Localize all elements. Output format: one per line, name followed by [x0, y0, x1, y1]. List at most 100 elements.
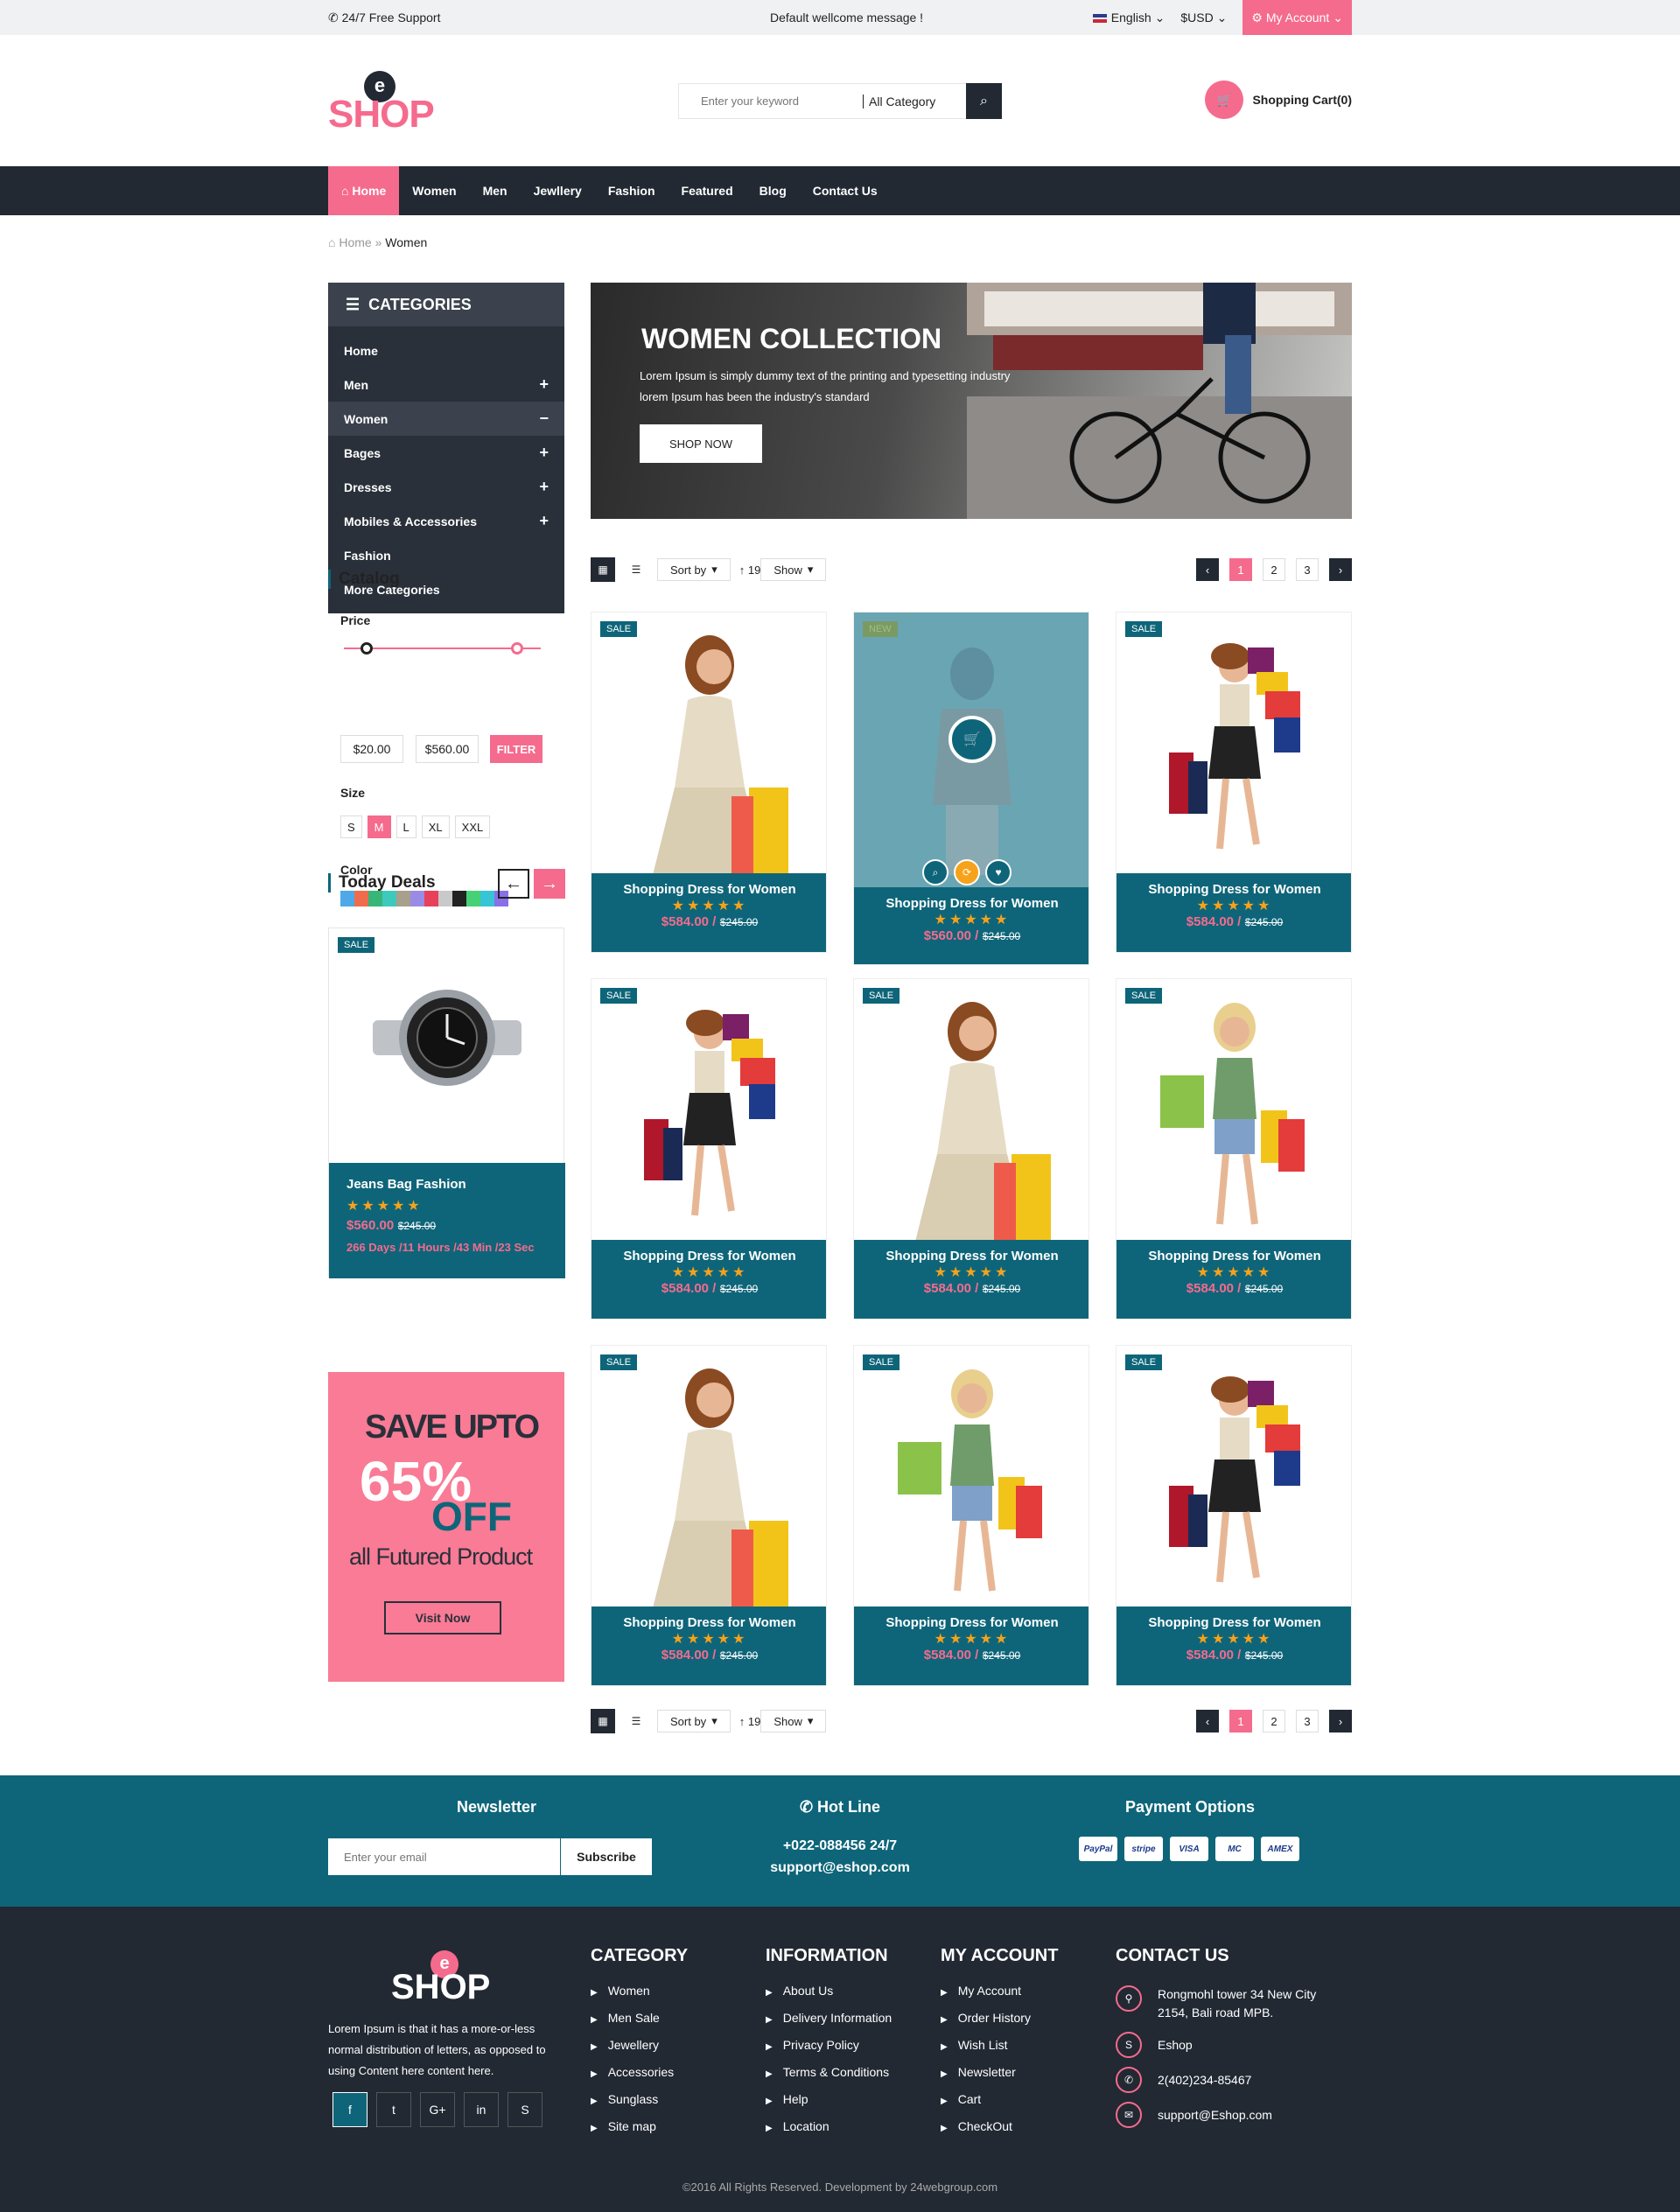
footer-link[interactable]: ▶ Accessories — [591, 2060, 674, 2087]
product-title[interactable]: Shopping Dress for Women — [592, 882, 826, 897]
price-slider-max-handle[interactable] — [511, 642, 523, 654]
product-title[interactable]: Shopping Dress for Women — [1116, 1249, 1351, 1264]
filter-button[interactable]: FILTER — [490, 735, 542, 763]
size-option-m[interactable]: M — [367, 816, 391, 838]
category-item[interactable]: Dresses + — [328, 470, 564, 504]
prev-page-button[interactable]: ‹ — [1196, 558, 1219, 581]
product-title[interactable]: Shopping Dress for Women — [854, 1615, 1088, 1630]
compare-button[interactable]: ⟳ — [954, 859, 980, 886]
logo-shop[interactable]: SHOP — [328, 93, 435, 136]
product-card[interactable]: SALE Shopping Dress for Women ★★★★★ $584.00… — [1116, 612, 1352, 953]
show-select[interactable]: Show ▾ — [760, 558, 827, 581]
add-to-cart-button[interactable]: 🛒 — [948, 716, 996, 763]
product-title[interactable]: Shopping Dress for Women — [592, 1249, 826, 1264]
footer-link[interactable]: ▶ Location — [766, 2114, 892, 2141]
product-title[interactable]: Shopping Dress for Women — [1116, 1615, 1351, 1630]
nav-blog[interactable]: Blog — [746, 166, 800, 215]
currency-selector[interactable]: $USD ⌄ — [1180, 10, 1227, 25]
wishlist-button[interactable]: ♥ — [985, 859, 1012, 886]
color-swatch[interactable] — [354, 891, 368, 906]
search-button[interactable]: ⌕ — [966, 83, 1002, 119]
page-2[interactable]: 2 — [1263, 1710, 1285, 1732]
grid-view-button[interactable]: ▦ — [591, 557, 615, 582]
page-2[interactable]: 2 — [1263, 558, 1285, 581]
search-category-select[interactable]: All Category — [863, 94, 943, 108]
footer-link[interactable]: ▶ Jewellery — [591, 2033, 674, 2060]
quick-view-button[interactable]: ⌕ — [922, 859, 948, 886]
product-title[interactable]: Shopping Dress for Women — [854, 896, 1088, 911]
next-page-button[interactable]: › — [1329, 558, 1352, 581]
list-view-button[interactable]: ☰ — [624, 1709, 648, 1733]
product-card[interactable]: SALE Shopping Dress for Women ★★★★★ $584.00… — [591, 612, 827, 953]
breadcrumb-home[interactable]: Home — [339, 235, 371, 249]
footer-link[interactable]: ▶ My Account — [941, 1978, 1031, 2006]
language-selector[interactable]: English ⌄ — [1092, 10, 1165, 25]
footer-link[interactable]: ▶ Order History — [941, 2006, 1031, 2033]
category-item[interactable]: Mobiles & Accessories + — [328, 504, 564, 538]
color-swatch[interactable] — [368, 891, 382, 906]
price-slider-min-handle[interactable] — [360, 642, 373, 654]
facebook-icon[interactable]: f — [332, 2092, 368, 2127]
grid-view-button[interactable]: ▦ — [591, 1709, 615, 1733]
subscribe-button[interactable]: Subscribe — [560, 1838, 652, 1875]
page-1[interactable]: 1 — [1229, 1710, 1252, 1732]
linkedin-icon[interactable]: in — [464, 2092, 499, 2127]
deals-next-arrow[interactable]: → — [534, 869, 565, 899]
prev-page-button[interactable]: ‹ — [1196, 1710, 1219, 1732]
sort-by-select[interactable]: Sort by ▾ — [657, 558, 731, 581]
deal-card[interactable]: SALE Jeans Bag Fashion ★★★★★ $560.00 $24… — [328, 928, 565, 1278]
footer-link[interactable]: ▶ Newsletter — [941, 2060, 1031, 2087]
search-input[interactable] — [679, 84, 863, 118]
page-1[interactable]: 1 — [1229, 558, 1252, 581]
color-swatch[interactable] — [480, 891, 494, 906]
footer-logo-shop[interactable]: SHOP — [391, 1968, 490, 2007]
product-card[interactable]: SALE Shopping Dress for Women ★★★★★ $584.00… — [853, 978, 1089, 1320]
deals-prev-arrow[interactable]: ← — [498, 869, 529, 899]
show-select[interactable]: Show ▾ — [760, 1710, 827, 1732]
next-page-button[interactable]: › — [1329, 1710, 1352, 1732]
color-swatch[interactable] — [452, 891, 466, 906]
visit-now-button[interactable]: Visit Now — [384, 1601, 501, 1634]
page-3[interactable]: 3 — [1296, 1710, 1319, 1732]
footer-link[interactable]: ▶ Men Sale — [591, 2006, 674, 2033]
nav-men[interactable]: Men — [470, 166, 521, 215]
sort-by-select[interactable]: Sort by ▾ — [657, 1710, 731, 1732]
color-swatch[interactable] — [382, 891, 396, 906]
footer-link[interactable]: ▶ Help — [766, 2087, 892, 2114]
nav-jewellery[interactable]: Jewllery — [521, 166, 595, 215]
product-card[interactable]: SALE Shopping Dress for Women ★★★★★ $584.00… — [591, 1345, 827, 1686]
color-swatch[interactable] — [424, 891, 438, 906]
product-card[interactable]: SALE Shopping Dress for Women ★★★★★ $584.00… — [1116, 1345, 1352, 1686]
min-price-field[interactable]: $20.00 — [340, 735, 403, 763]
product-card[interactable]: SALE Shopping Dress for Women ★★★★★ $584.00… — [591, 978, 827, 1320]
color-swatch[interactable] — [396, 891, 410, 906]
category-item[interactable]: Bages + — [328, 436, 564, 470]
color-swatch[interactable] — [340, 891, 354, 906]
size-option-xl[interactable]: XL — [421, 816, 450, 838]
color-swatch[interactable] — [466, 891, 480, 906]
color-swatch[interactable] — [410, 891, 424, 906]
nav-home[interactable]: ⌂ Home — [328, 166, 400, 215]
product-card[interactable]: NEW 🛒 ⌕ ⟳ ♥ Shopping Dress for Women ★★★★★ $560… — [853, 612, 1089, 965]
product-title[interactable]: Shopping Dress for Women — [854, 1249, 1088, 1264]
footer-link[interactable]: ▶ Sunglass — [591, 2087, 674, 2114]
nav-fashion[interactable]: Fashion — [595, 166, 668, 215]
color-swatch[interactable] — [438, 891, 452, 906]
footer-link[interactable]: ▶ About Us — [766, 1978, 892, 2006]
size-option-s[interactable]: S — [340, 816, 362, 838]
product-card[interactable]: SALE Shopping Dress for Women ★★★★★ $584.00… — [853, 1345, 1089, 1686]
twitter-icon[interactable]: t — [376, 2092, 411, 2127]
nav-contact[interactable]: Contact Us — [800, 166, 891, 215]
max-price-field[interactable]: $560.00 — [416, 735, 479, 763]
footer-link[interactable]: ▶ Cart — [941, 2087, 1031, 2114]
google-plus-icon[interactable]: G+ — [420, 2092, 455, 2127]
size-option-l[interactable]: L — [396, 816, 416, 838]
category-item[interactable]: Fashion — [328, 538, 564, 572]
product-title[interactable]: Shopping Dress for Women — [592, 1615, 826, 1630]
footer-link[interactable]: ▶ Delivery Information — [766, 2006, 892, 2033]
product-card[interactable]: SALE Shopping Dress for Women ★★★★★ $584.00… — [1116, 978, 1352, 1320]
category-item[interactable]: Home — [328, 333, 564, 368]
skype-icon[interactable]: S — [508, 2092, 542, 2127]
category-item[interactable]: Men + — [328, 368, 564, 402]
shop-now-button[interactable]: SHOP NOW — [640, 424, 762, 463]
